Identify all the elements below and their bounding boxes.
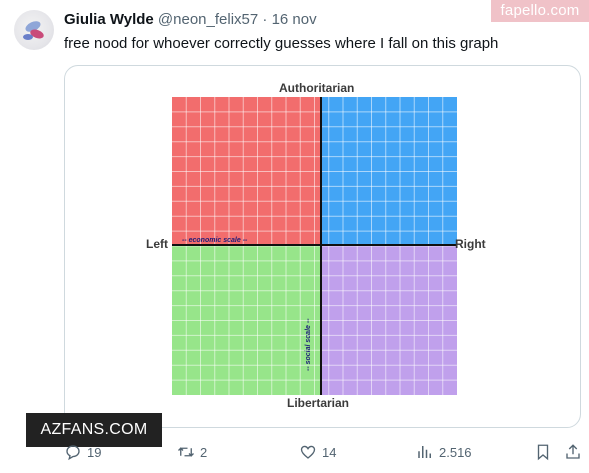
reply-count: 19 <box>87 444 102 460</box>
reply-button[interactable]: 19 <box>64 440 101 464</box>
like-button[interactable]: 14 <box>299 440 336 464</box>
avatar-image-part <box>23 34 33 40</box>
retweet-button[interactable]: 2 <box>177 440 207 464</box>
tweet-header: Giulia Wylde @neon_felix57 · 16 nov <box>64 11 317 28</box>
separator-dot: · <box>262 11 268 28</box>
views-button[interactable]: 2.516 <box>416 440 472 464</box>
like-count: 14 <box>322 444 337 460</box>
economic-scale-label: -- economic scale -- <box>182 237 248 244</box>
avatar[interactable] <box>14 10 54 50</box>
retweet-count: 2 <box>200 444 208 460</box>
share-icon <box>566 444 580 459</box>
label-right: Right <box>455 237 486 251</box>
label-libertarian: Libertarian <box>287 396 350 410</box>
display-name[interactable]: Giulia Wylde <box>64 11 154 28</box>
reply-icon <box>66 445 80 461</box>
tweet-text: free nood for whoever correctly guesses … <box>64 35 499 52</box>
compass-graphic <box>172 97 457 395</box>
bookmark-icon <box>537 444 549 461</box>
retweet-icon <box>178 447 194 457</box>
views-icon <box>418 446 431 458</box>
tweet-date[interactable]: 16 nov <box>272 11 317 28</box>
bookmark-button[interactable] <box>534 440 557 464</box>
user-handle[interactable]: @neon_felix57 <box>158 11 258 28</box>
political-compass: Authoritarian Libertarian Left Right -- … <box>65 66 580 427</box>
social-scale-label: -- social scale -- <box>305 318 312 371</box>
heart-icon <box>300 445 316 459</box>
tweet-media-image[interactable]: Authoritarian Libertarian Left Right -- … <box>64 65 581 428</box>
tweet-actions-bar: 19 2 14 2.516 <box>64 440 584 464</box>
label-authoritarian: Authoritarian <box>279 81 355 95</box>
label-left: Left <box>146 237 168 251</box>
views-count: 2.516 <box>439 444 472 460</box>
watermark-top: fapello.com <box>491 0 589 22</box>
share-button[interactable] <box>564 440 587 464</box>
